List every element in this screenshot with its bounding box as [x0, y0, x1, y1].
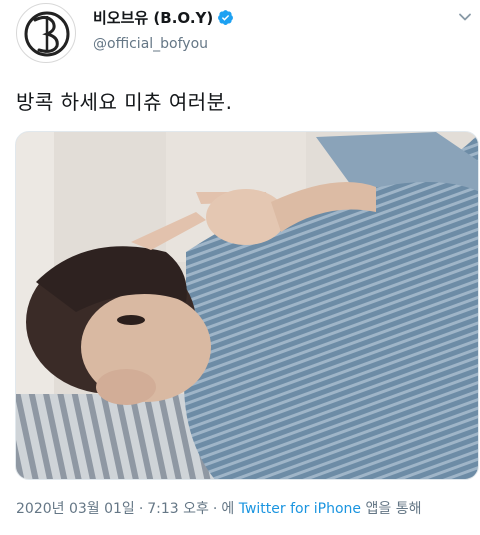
avatar[interactable] — [16, 3, 76, 63]
source-link[interactable]: Twitter for iPhone — [239, 501, 361, 517]
tweet-text: 방콕 하세요 미츄 여러분. — [16, 90, 233, 114]
handle[interactable]: @official_bofyou — [93, 36, 208, 52]
tweet-photo[interactable] — [15, 131, 479, 480]
via-prefix: 에 — [221, 501, 235, 517]
chevron-down-icon[interactable] — [458, 10, 472, 24]
photo-icon — [16, 132, 478, 479]
display-name[interactable]: 비오브유 (B.O.Y) — [93, 7, 213, 28]
tweet-date[interactable]: 2020년 03월 01일 — [16, 501, 135, 517]
meta-separator: · — [212, 501, 218, 517]
tweet-metadata: 2020년 03월 01일 · 7:13 오후 · 에 Twitter for iPho… — [16, 498, 422, 518]
verified-badge-icon — [218, 9, 234, 25]
tweet-time[interactable]: 7:13 오후 — [147, 501, 209, 517]
bofyou-logo-icon — [24, 11, 70, 57]
via-suffix: 앱을 통해 — [365, 501, 422, 517]
author-name-row[interactable]: 비오브유 (B.O.Y) — [93, 7, 234, 27]
meta-separator: · — [138, 501, 144, 517]
